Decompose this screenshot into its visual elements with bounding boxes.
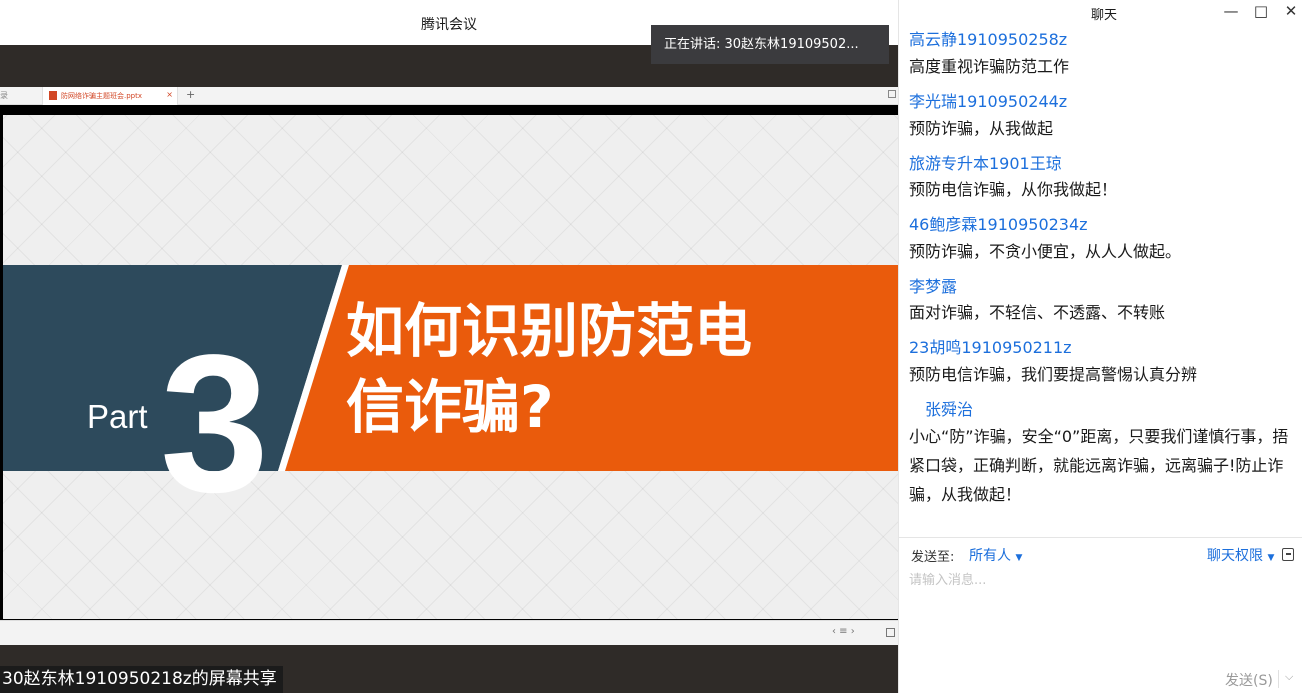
message-text: 预防诈骗，从我做起 — [909, 119, 1054, 138]
message-text: 小心“防”诈骗，安全“0”距离，只要我们谨慎行事，捂紧口袋，正确判断，就能远离诈… — [909, 427, 1289, 504]
screen-share-area: 录 防网络诈骗主题班会.pptx × + Part 3 如何识别防范电 信诈骗?… — [0, 45, 898, 645]
shared-tab-label: 防网络诈骗主题班会.pptx — [61, 92, 142, 100]
speaking-indicator: 正在讲话: 30赵东林19109502... — [651, 25, 889, 64]
shared-new-tab-icon: + — [186, 88, 196, 101]
send-to-value: 所有人 — [969, 548, 1011, 564]
shared-tab-close-icon: × — [166, 90, 173, 99]
slide-title: 如何识别防范电 信诈骗? — [346, 293, 866, 445]
message-sender[interactable]: 李梦露 — [909, 273, 957, 297]
chat-panel: 聊天 — □ ✕ 高云静1910950258z 高度重视诈骗防范工作 李光瑞19… — [898, 0, 1302, 693]
message-text: 面对诈骗，不轻信、不透露、不转账 — [909, 303, 1166, 322]
message-sender[interactable]: 23胡鸣1910950211z — [909, 334, 1072, 358]
caret-down-icon: ▼ — [1015, 553, 1023, 563]
shared-tab-pptx: 防网络诈骗主题班会.pptx × — [42, 87, 178, 105]
shared-bottom-bar: ‹ ≡ › — [0, 620, 898, 645]
slide-view-icon — [886, 628, 895, 637]
send-to-label: 发送至: — [911, 550, 955, 565]
slide-part-number: 3 — [160, 314, 270, 533]
screen-share-caption: 30赵东林1910950218z的屏幕共享 — [0, 666, 283, 693]
message-text: 高度重视诈骗防范工作 — [909, 57, 1070, 76]
powerpoint-icon — [49, 91, 57, 100]
chat-message-list[interactable]: 高云静1910950258z 高度重视诈骗防范工作 李光瑞1910950244z… — [899, 26, 1302, 536]
popout-icon[interactable] — [1282, 548, 1294, 561]
send-options-chevron-icon[interactable]: ⌵ — [1285, 670, 1293, 684]
shared-window-icon — [888, 90, 896, 98]
meeting-window: 腾讯会议 录 防网络诈骗主题班会.pptx × + Part 3 如何识别防范电… — [0, 0, 898, 693]
chat-header: 聊天 — □ ✕ — [899, 0, 1302, 26]
chat-permission-label: 聊天权限 — [1207, 548, 1263, 564]
slide-frame: Part 3 如何识别防范电 信诈骗? — [0, 105, 898, 620]
message-sender[interactable]: 46鲍彦霖1910950234z — [909, 211, 1088, 235]
close-icon[interactable]: ✕ — [1281, 2, 1301, 20]
shared-browser-tabbar: 录 防网络诈骗主题班会.pptx × + — [0, 87, 898, 105]
message-input[interactable] — [909, 569, 1293, 659]
shared-tab-fragment: 录 — [0, 91, 8, 100]
chat-compose: 发送至: 所有人 ▼ 聊天权限 ▼ 发送(S) ⌵ — [899, 537, 1302, 693]
message-text: 预防诈骗，不贪小便宜，从人人做起。 — [909, 242, 1182, 261]
slide-title-line-1: 如何识别防范电 — [346, 297, 753, 365]
maximize-icon[interactable]: □ — [1251, 2, 1271, 20]
message-text: 预防电信诈骗，从你我做起！ — [909, 180, 1118, 199]
chat-title: 聊天 — [1090, 8, 1117, 23]
slide-part-label: Part — [87, 398, 148, 435]
message-sender[interactable]: 李光瑞1910950244z — [909, 88, 1067, 112]
message-text: 预防电信诈骗，我们要提高警惕认真分辨 — [909, 365, 1198, 384]
send-button[interactable]: 发送(S) — [1225, 670, 1273, 690]
chat-permission-dropdown[interactable]: 聊天权限 ▼ — [1207, 545, 1274, 565]
slide-title-line-2: 信诈骗? — [346, 373, 554, 441]
message-sender[interactable]: 旅游专升本1901王琼 — [909, 150, 1062, 174]
caret-down-icon: ▼ — [1267, 553, 1275, 563]
message-sender[interactable]: 张舜治 — [925, 396, 973, 420]
slide-nav-controls: ‹ ≡ › — [832, 626, 855, 637]
send-divider — [1278, 670, 1279, 688]
message-sender[interactable]: 高云静1910950258z — [909, 26, 1067, 50]
send-to-dropdown[interactable]: 所有人 ▼ — [969, 545, 1022, 565]
minimize-icon[interactable]: — — [1221, 2, 1241, 20]
